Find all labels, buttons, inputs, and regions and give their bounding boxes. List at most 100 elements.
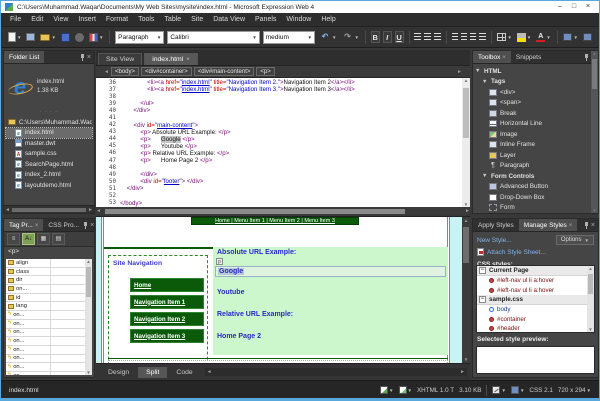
scroll-left-icon[interactable]: ◄ (96, 207, 101, 215)
tab-toolbox[interactable]: Toolbox× (473, 51, 511, 63)
bold-button[interactable]: B (371, 31, 380, 43)
breadcrumb-left-icon[interactable]: ◄ (104, 69, 109, 75)
style-group-current-page[interactable]: −Current Page (477, 266, 587, 276)
publish-status-button[interactable]: ▼ (380, 386, 393, 394)
pin-icon[interactable] (84, 222, 87, 229)
toolbox-item-inline-frame[interactable]: Inline Frame (475, 140, 590, 151)
tab-code[interactable]: Code (168, 367, 200, 378)
close-icon[interactable]: × (591, 219, 595, 232)
toolbox-item-horizontal-line[interactable]: Horizontal Line (475, 119, 590, 130)
folder-list-hscrollbar[interactable]: ◄► (4, 205, 94, 213)
font-color-button[interactable]: A▼ (535, 30, 551, 44)
pin-icon[interactable] (585, 222, 588, 229)
print-button[interactable] (74, 30, 85, 44)
scroll-up-icon[interactable]: ▲ (85, 259, 92, 264)
property-row[interactable]: ϟon... (6, 311, 92, 320)
property-row[interactable]: ϟon... (6, 363, 92, 372)
breadcrumb-container[interactable]: <div#container> (141, 67, 192, 76)
breadcrumb-main-content[interactable]: <div#main-content> (194, 67, 255, 76)
property-row[interactable]: ϟon... (6, 329, 92, 338)
toolbox-item-break[interactable]: Break (475, 108, 590, 119)
scroll-up-icon[interactable]: ▲ (591, 51, 598, 56)
scroll-right-icon[interactable]: ► (465, 207, 470, 215)
property-row[interactable]: align (6, 259, 92, 268)
redo-button[interactable]: ↷▼ (340, 30, 359, 44)
highlight-button[interactable]: ▼ (516, 30, 532, 44)
design-left-nav[interactable]: Site Navigation Home Navigation Item 1 N… (108, 255, 208, 363)
scroll-right-icon[interactable]: ► (88, 206, 93, 214)
collapse-icon[interactable]: − (479, 267, 486, 274)
status-doctype[interactable]: XHTML 1.0 T (417, 387, 454, 394)
collapse-icon[interactable]: − (479, 296, 486, 303)
collapse-icon[interactable]: ▼ (482, 173, 488, 179)
tab-tag-properties[interactable]: Tag Pr...× (4, 219, 43, 231)
property-row[interactable]: ϟon... (6, 372, 92, 375)
menu-data-view[interactable]: Data View (208, 13, 250, 27)
pin-icon[interactable] (81, 54, 84, 61)
menu-edit[interactable]: Edit (26, 13, 48, 27)
scroll-down-icon[interactable]: ▼ (591, 208, 598, 213)
menu-format[interactable]: Format (101, 13, 133, 27)
design-top-menu[interactable]: Home | Menu Item 1 | Menu Item 2 | Menu … (191, 217, 359, 225)
nav-link-item-1[interactable]: Navigation Item 1 (130, 295, 204, 309)
style-item[interactable]: #left-nav ul li a:hover (477, 286, 587, 296)
tag-properties-vscrollbar[interactable]: ▲▼ (85, 259, 92, 375)
property-row[interactable]: lang (6, 302, 92, 311)
page-size-button[interactable]: 720 x 294▼ (558, 387, 591, 394)
property-row[interactable]: ϟon... (6, 320, 92, 329)
scroll-up-icon[interactable]: ▲ (587, 266, 594, 271)
toolbox-item-advanced-button[interactable]: Advanced Button (475, 182, 590, 193)
status-css-schema[interactable]: CSS 2.1 (529, 387, 552, 394)
scroll-down-icon[interactable]: ▼ (587, 327, 594, 332)
tab-split[interactable]: Split (138, 367, 167, 378)
scroll-up-icon[interactable]: ▲ (462, 78, 470, 83)
style-item[interactable]: body (477, 305, 587, 315)
borders-button[interactable]: ▼ (496, 30, 512, 44)
toolbox-item-form[interactable]: Form (475, 203, 590, 212)
menu-insert[interactable]: Insert (73, 13, 101, 27)
collapse-icon[interactable]: ▼ (482, 79, 488, 85)
google-link[interactable]: Google (218, 268, 244, 275)
scroll-thumb[interactable] (588, 274, 593, 294)
property-row[interactable]: ϟon... (6, 337, 92, 346)
close-icon[interactable]: × (87, 51, 91, 64)
toolbox-item-paragraph[interactable]: ¶Paragraph (475, 161, 590, 172)
open-file-button[interactable]: ▼ (39, 30, 56, 44)
scroll-left-icon[interactable]: ◄ (5, 206, 10, 214)
rendering-mode-button[interactable]: ▼ (511, 386, 524, 394)
close-icon[interactable]: × (35, 223, 39, 229)
property-row[interactable]: ϟon... (6, 346, 92, 355)
toolbox-node-html[interactable]: ▼HTML (475, 66, 590, 77)
tab-folder-list[interactable]: Folder List (4, 51, 44, 63)
property-row[interactable]: on... (6, 285, 92, 294)
minimize-button[interactable]: – (553, 1, 567, 13)
toolbox-vscrollbar[interactable]: ▲▼ (591, 51, 598, 213)
collapse-icon[interactable]: ▼ (475, 68, 481, 74)
attach-stylesheet-link[interactable]: Attach Style Sheet... (487, 249, 546, 256)
design-view[interactable]: Home | Menu Item 1 | Menu Item 2 | Menu … (96, 216, 470, 363)
compatibility-button[interactable]: ▼ (399, 386, 412, 394)
code-vscrollbar[interactable]: ▲▼ (462, 78, 470, 207)
design-vscrollbar[interactable]: ▲▼ (462, 217, 470, 363)
nav-link-item-3[interactable]: Navigation Item 3 (130, 329, 204, 343)
close-icon[interactable]: × (569, 223, 573, 229)
decrease-indent-button[interactable] (470, 33, 476, 41)
style-item[interactable]: #container (477, 315, 587, 325)
scroll-thumb[interactable] (463, 227, 469, 263)
italic-button[interactable]: I (383, 31, 392, 43)
file-row-index2[interactable]: eindex_2.html (6, 170, 92, 181)
style-item[interactable]: #header (477, 324, 587, 333)
tab-apply-styles[interactable]: Apply Styles (473, 219, 519, 231)
menu-tools[interactable]: Tools (133, 13, 159, 27)
nav-link-item-2[interactable]: Navigation Item 2 (130, 312, 204, 326)
tab-css-properties[interactable]: CSS Pro... (43, 219, 84, 231)
style-group-sample-css[interactable]: −sample.css (477, 295, 587, 305)
design-main-content[interactable]: Absolute URL Example: p Google Youtube R… (213, 247, 448, 355)
menu-view[interactable]: View (48, 13, 73, 27)
tab-snippets[interactable]: Snippets (511, 51, 546, 63)
breadcrumb-body[interactable]: <body> (111, 67, 139, 76)
design-hscrollbar[interactable]: ◄► (205, 368, 467, 376)
property-row[interactable]: id (6, 294, 92, 303)
numbered-list-button[interactable] (452, 33, 458, 41)
bullet-list-button[interactable] (461, 33, 467, 41)
